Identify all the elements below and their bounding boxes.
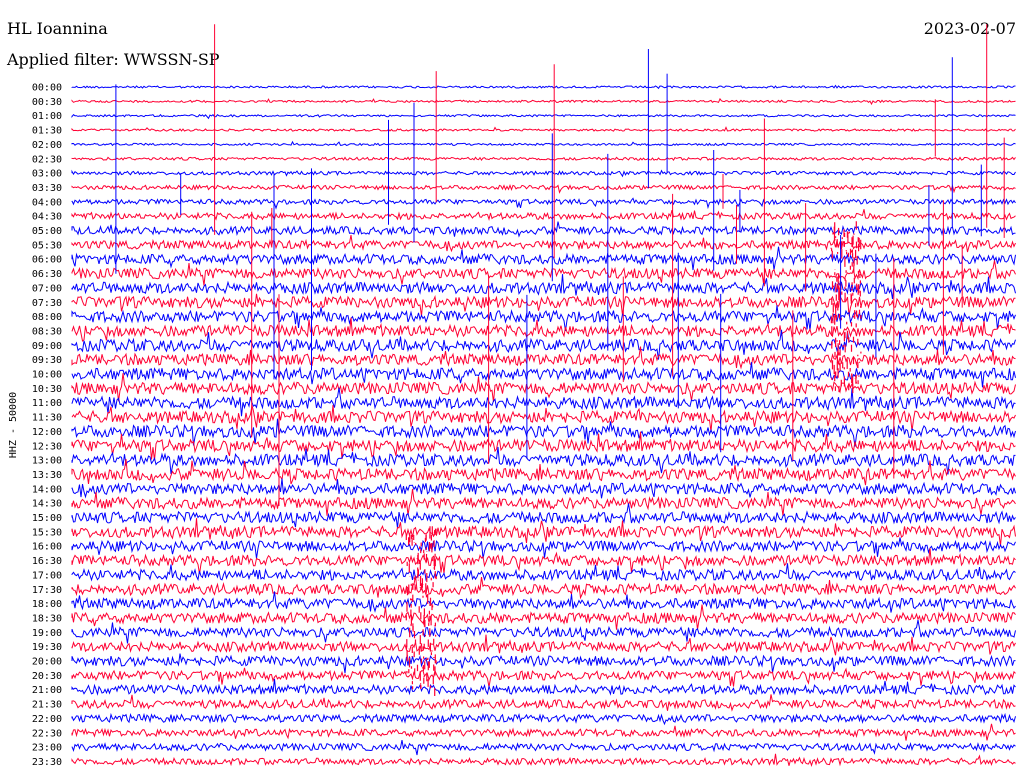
seismic-trace bbox=[71, 97, 1016, 106]
seismic-trace bbox=[71, 183, 1016, 194]
seismic-trace bbox=[71, 373, 1016, 402]
seismic-trace bbox=[71, 518, 1016, 546]
row-time-label: 08:00 bbox=[32, 312, 62, 323]
row-time-label: 00:00 bbox=[32, 83, 62, 94]
row-time-label: 03:30 bbox=[32, 183, 62, 194]
row-time-label: 22:00 bbox=[32, 714, 62, 725]
row-time-label: 14:30 bbox=[32, 499, 62, 510]
seismic-trace bbox=[71, 694, 1016, 712]
row-time-label: 09:00 bbox=[32, 341, 62, 352]
row-time-label: 21:30 bbox=[32, 700, 62, 711]
seismic-trace bbox=[71, 478, 1016, 499]
seismic-trace bbox=[71, 575, 1016, 600]
row-time-label: 15:30 bbox=[32, 527, 62, 538]
seismic-trace bbox=[71, 169, 1016, 178]
row-time-label: 23:00 bbox=[32, 743, 62, 754]
row-time-label: 06:00 bbox=[32, 255, 62, 266]
row-time-label: 13:00 bbox=[32, 456, 62, 467]
row-time-label: 19:30 bbox=[32, 642, 62, 653]
row-time-label: 22:30 bbox=[32, 728, 62, 739]
row-time-label: 18:30 bbox=[32, 613, 62, 624]
seismic-trace bbox=[71, 405, 1016, 432]
row-time-label: 21:00 bbox=[32, 685, 62, 696]
seismic-trace bbox=[71, 305, 1016, 331]
row-time-label: 09:30 bbox=[32, 355, 62, 366]
row-time-label: 01:00 bbox=[32, 111, 62, 122]
row-time-label: 20:30 bbox=[32, 671, 62, 682]
row-time-label: 10:00 bbox=[32, 370, 62, 381]
row-time-label: 11:30 bbox=[32, 413, 62, 424]
row-time-label: 01:30 bbox=[32, 126, 62, 137]
row-time-label: 14:00 bbox=[32, 484, 62, 495]
seismic-trace bbox=[71, 604, 1016, 630]
seismic-trace bbox=[71, 140, 1016, 147]
seismic-trace bbox=[71, 317, 1016, 342]
seismic-trace bbox=[71, 260, 1016, 286]
row-time-label: 23:30 bbox=[32, 757, 62, 768]
row-time-label: 12:30 bbox=[32, 441, 62, 452]
row-time-label: 06:30 bbox=[32, 269, 62, 280]
row-time-label: 12:00 bbox=[32, 427, 62, 438]
seismic-trace bbox=[71, 667, 1016, 688]
seismic-trace bbox=[71, 753, 1016, 768]
seismic-trace bbox=[71, 126, 1016, 132]
row-time-label: 07:00 bbox=[32, 283, 62, 294]
row-time-label: 05:30 bbox=[32, 240, 62, 251]
row-time-label: 16:30 bbox=[32, 556, 62, 567]
seismic-trace bbox=[71, 537, 1016, 559]
seismic-trace bbox=[71, 740, 1016, 756]
row-time-label: 04:30 bbox=[32, 212, 62, 223]
seismic-trace bbox=[71, 563, 1016, 582]
seismic-trace bbox=[71, 619, 1016, 644]
seismic-trace bbox=[71, 346, 1016, 370]
row-time-label: 02:00 bbox=[32, 140, 62, 151]
row-time-label: 17:00 bbox=[32, 570, 62, 581]
seismic-trace bbox=[71, 634, 1016, 656]
row-time-label: 15:00 bbox=[32, 513, 62, 524]
seismic-trace bbox=[71, 723, 1016, 741]
row-time-label: 07:30 bbox=[32, 298, 62, 309]
seismic-trace bbox=[71, 712, 1016, 726]
seismic-trace bbox=[71, 197, 1016, 210]
row-time-label: 19:00 bbox=[32, 628, 62, 639]
row-time-label: 17:30 bbox=[32, 585, 62, 596]
seismic-trace bbox=[71, 84, 1016, 90]
row-time-label: 16:00 bbox=[32, 542, 62, 553]
seismic-trace bbox=[71, 653, 1016, 674]
seismic-trace bbox=[71, 156, 1016, 161]
row-time-label: 05:00 bbox=[32, 226, 62, 237]
row-time-label: 11:00 bbox=[32, 398, 62, 409]
y-axis-label: HHZ - 50000 bbox=[8, 392, 19, 458]
seismic-trace bbox=[71, 387, 1016, 417]
seismic-trace bbox=[71, 221, 1016, 238]
row-time-label: 18:00 bbox=[32, 599, 62, 610]
row-time-label: 13:30 bbox=[32, 470, 62, 481]
seismic-trace bbox=[71, 113, 1016, 120]
row-time-label: 08:30 bbox=[32, 326, 62, 337]
seismic-trace bbox=[71, 246, 1016, 271]
row-time-label: 04:00 bbox=[32, 197, 62, 208]
helicorder-chart: HHZ - 50000 00:00 00:30 01:00 01:30 02:00 02:3… bbox=[8, 24, 1016, 768]
row-time-label: 03:00 bbox=[32, 169, 62, 180]
row-time-label: 02:30 bbox=[32, 154, 62, 165]
row-time-label: 10:30 bbox=[32, 384, 62, 395]
seismic-trace bbox=[71, 678, 1016, 696]
row-time-label: 20:00 bbox=[32, 657, 62, 668]
seismic-trace bbox=[71, 235, 1016, 253]
row-time-label: 00:30 bbox=[32, 97, 62, 108]
seismic-trace bbox=[71, 591, 1016, 613]
seismic-trace bbox=[71, 209, 1016, 222]
seismic-trace bbox=[71, 446, 1016, 475]
seismic-trace bbox=[71, 362, 1016, 388]
